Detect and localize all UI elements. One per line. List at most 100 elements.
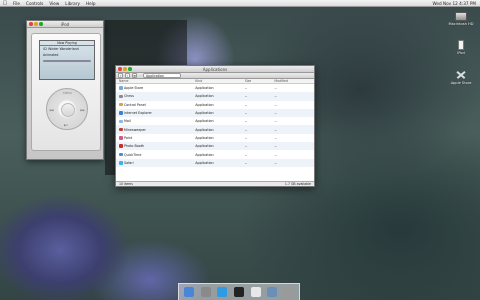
table-row[interactable]: Internet Explorer Application -- -- — [116, 108, 314, 118]
applications-icon[interactable] — [267, 287, 278, 297]
finder-titlebar[interactable]: Applications — [116, 66, 314, 73]
track-artist: Animated — [43, 53, 59, 57]
progress-bar — [43, 60, 91, 62]
ipod-window: iPod Now Playing 02 Winter Wonderland An… — [26, 20, 104, 160]
row-kind: Application — [195, 152, 214, 157]
app-icon — [119, 152, 123, 157]
system-prefs-icon[interactable] — [200, 287, 211, 297]
row-size: -- — [244, 102, 248, 107]
play-pause-icon[interactable]: ▶II — [64, 123, 68, 127]
row-label: Mail — [124, 119, 131, 124]
table-row[interactable]: Paint Application -- -- — [116, 134, 314, 142]
row-modified: -- — [274, 135, 277, 140]
row-label: Internet Explorer — [124, 111, 152, 116]
row-size: -- — [244, 86, 248, 91]
row-kind: Application — [195, 135, 214, 140]
table-row[interactable]: Photo Booth Application -- -- — [116, 142, 314, 151]
menu-view[interactable]: View — [46, 1, 62, 6]
row-label: Photo Booth — [124, 144, 145, 149]
row-size: -- — [244, 119, 248, 124]
app-icon — [119, 119, 123, 124]
row-modified: -- — [274, 119, 277, 124]
desktop-icon-apple-store[interactable]: Apple Store — [446, 70, 476, 85]
app-icon — [119, 86, 123, 90]
finder-icon[interactable] — [184, 287, 195, 297]
row-name: Photo Booth — [116, 144, 195, 148]
click-wheel[interactable]: MENU ▶▶ ◀◀ ▶II — [46, 88, 88, 130]
previous-icon[interactable]: ◀◀ — [49, 108, 54, 112]
row-label: Safari — [124, 160, 134, 165]
row-label: QuickTime — [124, 152, 142, 157]
row-modified: -- — [274, 152, 277, 157]
row-size: -- — [244, 135, 248, 140]
row-name: Minesweeper — [116, 128, 195, 132]
trash-icon[interactable] — [283, 287, 294, 297]
next-icon[interactable]: ▶▶ — [80, 108, 85, 112]
row-modified: -- — [274, 144, 277, 149]
table-row[interactable]: Safari Application -- -- — [116, 158, 314, 167]
dock — [178, 283, 300, 300]
row-kind: Application — [195, 102, 214, 107]
row-kind: Application — [195, 127, 214, 132]
desktop-icon-label: iPod — [457, 51, 465, 55]
column-kind[interactable]: Kind — [195, 79, 245, 83]
desktop-icon-ipod[interactable]: iPod — [446, 40, 476, 55]
menu-help[interactable]: Help — [83, 1, 99, 6]
column-name[interactable]: Name — [116, 79, 195, 83]
row-name: Safari — [116, 161, 195, 165]
row-label: Minesweeper — [124, 127, 146, 132]
row-name: Control Panel — [116, 103, 195, 107]
app-icon — [119, 136, 123, 140]
row-kind: Application — [195, 160, 214, 165]
table-row[interactable]: QuickTime Application -- -- — [116, 150, 314, 158]
table-row[interactable]: Mail Application -- -- — [116, 117, 314, 125]
ipod-dock-icon[interactable] — [250, 287, 261, 297]
row-modified: -- — [274, 127, 277, 132]
column-modified[interactable]: Modified — [274, 79, 314, 83]
table-row[interactable]: Apple Store Application -- -- — [116, 84, 314, 92]
table-row[interactable]: Control Panel Application -- -- — [116, 101, 314, 109]
row-size: -- — [244, 127, 248, 132]
ipod-screen: Now Playing 02 Winter Wonderland Animate… — [39, 40, 95, 80]
row-modified: -- — [274, 86, 277, 91]
free-space: 1.7 GB available — [284, 182, 311, 186]
center-button[interactable] — [61, 103, 75, 117]
app-icon — [119, 161, 123, 165]
row-name: Internet Explorer — [116, 111, 195, 115]
menu-file[interactable]: File — [10, 1, 23, 6]
app-icon — [119, 111, 123, 115]
row-label: Control Panel — [124, 102, 146, 107]
clock[interactable]: Wed Nov 12 4:37 PM — [433, 1, 477, 6]
apple-menu-icon[interactable]:  — [0, 0, 10, 6]
row-modified: -- — [274, 102, 277, 107]
view-icon[interactable]: ≡ — [132, 73, 137, 78]
safari-icon[interactable] — [217, 287, 228, 297]
row-modified: -- — [274, 111, 277, 116]
row-name: Apple Store — [116, 86, 195, 90]
app-icon — [119, 102, 123, 107]
row-label: Paint — [124, 135, 133, 140]
row-kind: Application — [195, 144, 214, 149]
row-modified: -- — [274, 94, 277, 99]
back-icon[interactable]: ‹ — [118, 73, 123, 78]
terminal-icon[interactable] — [233, 287, 244, 297]
desktop-icon-label: Macintosh HD — [448, 22, 474, 26]
row-label: Chess — [124, 94, 134, 99]
window-title: iPod — [60, 21, 70, 27]
row-size: -- — [244, 94, 248, 99]
column-size[interactable]: Size — [245, 79, 275, 83]
row-kind: Application — [195, 111, 214, 116]
ipod-titlebar[interactable]: iPod — [27, 21, 103, 28]
table-row[interactable]: Minesweeper Application -- -- — [116, 125, 314, 134]
row-size: -- — [244, 111, 248, 116]
menu-controls[interactable]: Controls — [23, 1, 46, 6]
menu-library[interactable]: Library — [62, 1, 83, 6]
row-kind: Application — [195, 119, 214, 124]
search-input[interactable]: Application — [143, 73, 181, 78]
menu-button[interactable]: MENU — [63, 91, 72, 95]
row-name: Mail — [116, 119, 195, 123]
table-row[interactable]: Chess Application -- -- — [116, 92, 314, 101]
desktop-icon-macintosh-hd[interactable]: Macintosh HD — [446, 12, 476, 26]
row-name: QuickTime — [116, 153, 195, 157]
forward-icon[interactable]: › — [125, 73, 130, 78]
